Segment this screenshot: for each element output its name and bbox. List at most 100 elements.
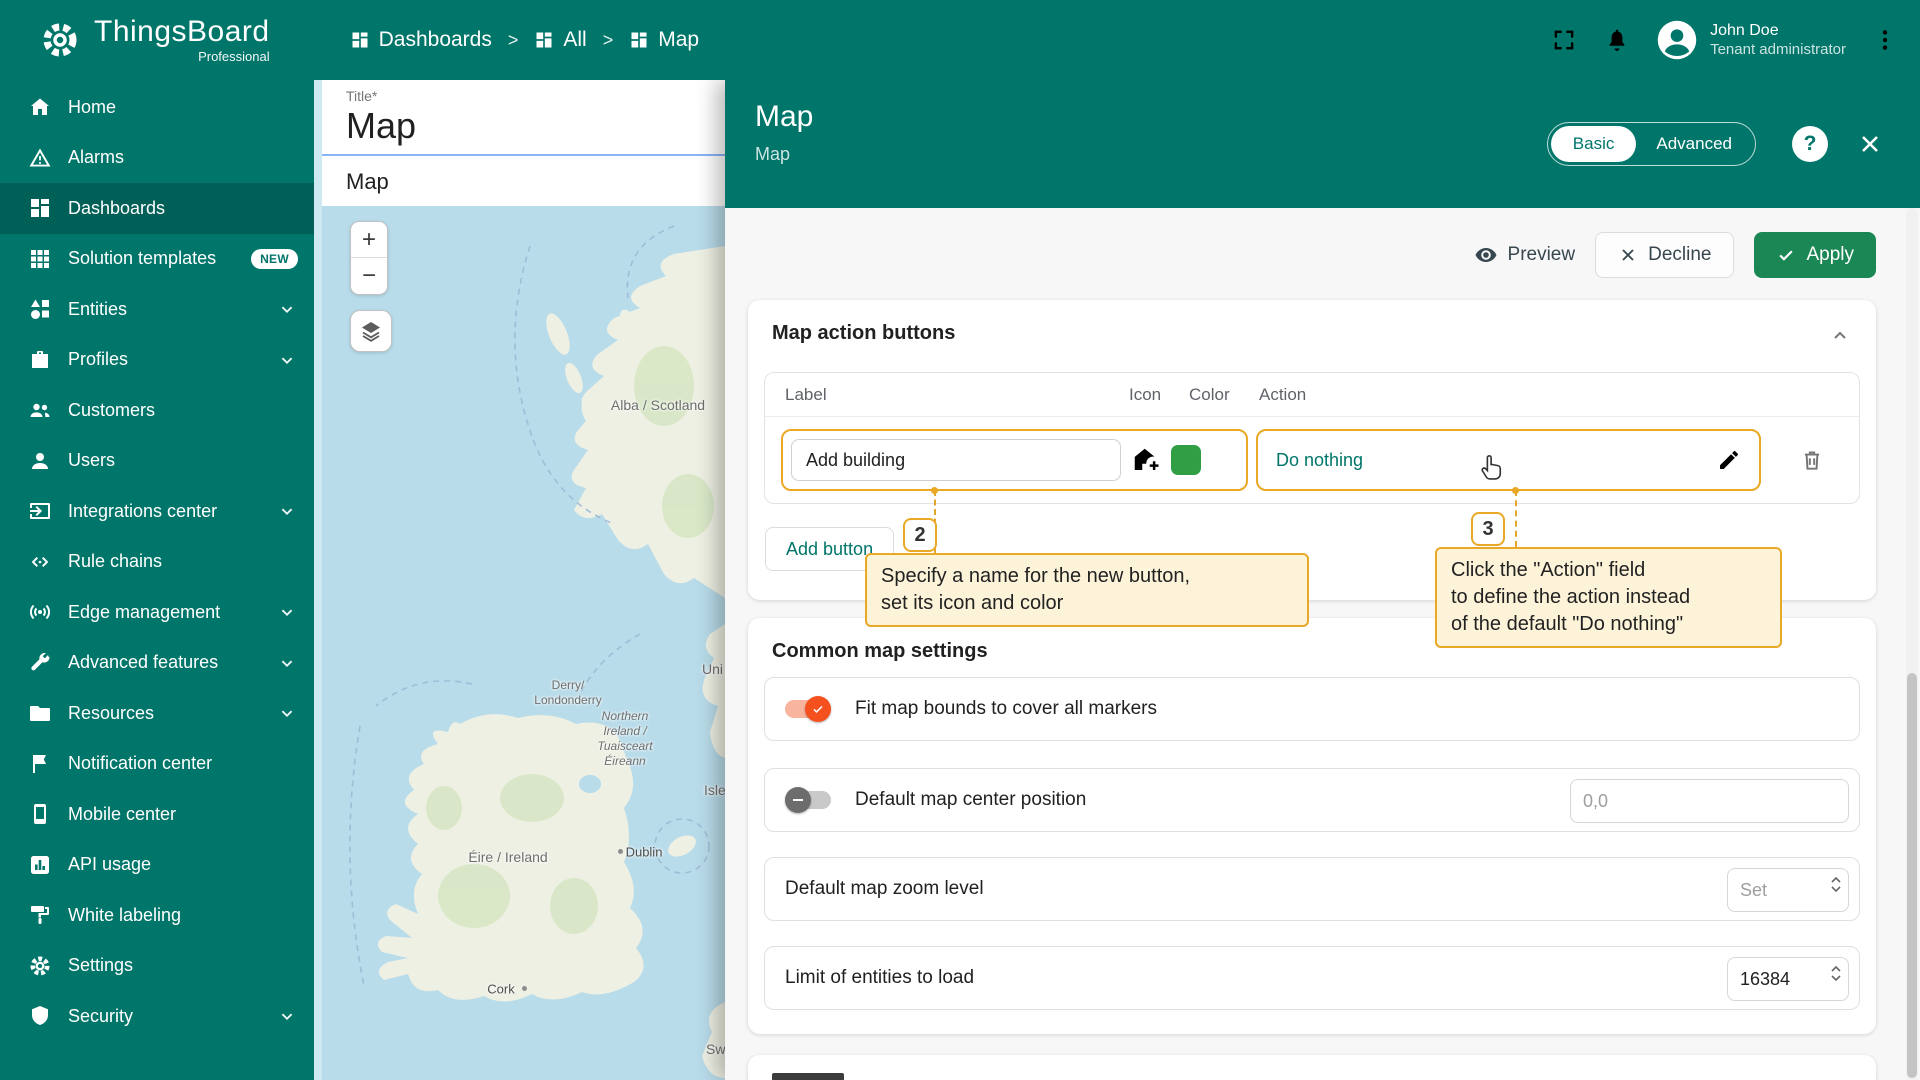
collapse-chevron-icon[interactable]	[1828, 324, 1852, 348]
drawer-title: Map	[755, 100, 813, 134]
zoom-in-button[interactable]: +	[351, 222, 387, 258]
dashboards-icon	[534, 30, 554, 50]
entity-limit-input[interactable]	[1728, 958, 1826, 1000]
sidebar-item-mobile-center[interactable]: Mobile center	[0, 789, 314, 840]
sidebar-item-rule-chains[interactable]: Rule chains	[0, 537, 314, 588]
sidebar-item-label: Settings	[68, 955, 133, 976]
sidebar-item-security[interactable]: Security	[0, 991, 314, 1042]
close-icon[interactable]	[1856, 130, 1884, 158]
thingsboard-logo[interactable]: ThingsBoard Professional	[38, 17, 270, 63]
breadcrumb-label: All	[563, 28, 586, 52]
add-button-label: Add button	[786, 539, 873, 560]
zoom-out-button[interactable]: −	[351, 258, 387, 294]
chevron-down-icon	[276, 652, 298, 674]
map-label-northern-ireland: Northern Ireland / Tuaisceart Éireann	[597, 709, 652, 769]
color-swatch[interactable]	[1171, 445, 1201, 475]
center-position-input[interactable]	[1571, 780, 1848, 822]
apply-button[interactable]: Apply	[1754, 232, 1876, 278]
number-stepper[interactable]	[1831, 877, 1841, 892]
sidebar-item-profiles[interactable]: Profiles	[0, 335, 314, 386]
setting-label: Default map zoom level	[785, 878, 984, 900]
basic-tab[interactable]: Basic	[1551, 126, 1637, 162]
breadcrumb-label: Dashboards	[379, 28, 492, 52]
map-zoom-control: + −	[350, 221, 388, 295]
sidebar-item-label: Users	[68, 450, 115, 471]
decline-button[interactable]: Decline	[1595, 232, 1734, 278]
notifications-bell-icon[interactable]	[1604, 27, 1630, 53]
sidebar-item-label: Advanced features	[68, 652, 218, 673]
breadcrumb: Dashboards > All > Map	[350, 28, 699, 52]
sidebar-item-settings[interactable]: Settings	[0, 941, 314, 992]
dashboard-canvas-strip	[314, 80, 322, 1080]
sidebar-item-alarms[interactable]: Alarms	[0, 133, 314, 184]
sidebar-item-api-usage[interactable]: API usage	[0, 840, 314, 891]
breadcrumb-label: Map	[658, 28, 699, 52]
advanced-tab[interactable]: Advanced	[1636, 126, 1752, 162]
sidebar-item-label: Mobile center	[68, 804, 176, 825]
sidebar-item-label: Customers	[68, 400, 155, 421]
edit-pencil-icon[interactable]	[1717, 448, 1741, 472]
breadcrumb-dashboards[interactable]: Dashboards	[350, 28, 492, 52]
map-layers-button[interactable]	[350, 310, 392, 352]
kebab-menu-icon[interactable]	[1872, 27, 1898, 53]
sidebar-item-label: Integrations center	[68, 501, 217, 522]
fullscreen-icon[interactable]	[1550, 26, 1578, 54]
sidebar-item-users[interactable]: Users	[0, 436, 314, 487]
action-field[interactable]: Do nothing	[1256, 429, 1761, 491]
dashboards-icon	[28, 196, 52, 220]
check-icon	[1776, 245, 1796, 265]
sidebar-item-integrations-center[interactable]: Integrations center	[0, 486, 314, 537]
stepper-down-icon	[1831, 886, 1841, 892]
setting-label: Limit of entities to load	[785, 967, 974, 989]
stepper-up-icon	[1831, 966, 1841, 972]
sidebar-item-advanced-features[interactable]: Advanced features	[0, 638, 314, 689]
map-canvas[interactable]: Alba / Scotland Derry/ Londonderry North…	[322, 206, 725, 1080]
zoom-level-row: Default map zoom level	[764, 857, 1860, 921]
help-button[interactable]: ?	[1792, 126, 1828, 162]
delete-trash-icon[interactable]	[1799, 447, 1825, 473]
sidebar-item-entities[interactable]: Entities	[0, 284, 314, 335]
sidebar-item-edge-management[interactable]: Edge management	[0, 587, 314, 638]
user-name: John Doe	[1710, 21, 1846, 41]
zoom-level-input[interactable]	[1728, 869, 1826, 911]
callout-2: Specify a name for the new button, set i…	[865, 553, 1309, 627]
basic-advanced-toggle: Basic Advanced	[1547, 122, 1756, 166]
sidebar-item-customers[interactable]: Customers	[0, 385, 314, 436]
solution-templates-icon	[28, 247, 52, 271]
breadcrumb-map[interactable]: Map	[629, 28, 699, 52]
fit-bounds-toggle[interactable]	[785, 696, 831, 722]
map-city-dot-cork	[522, 986, 527, 991]
default-center-toggle[interactable]	[785, 787, 831, 813]
button-label-input[interactable]	[791, 439, 1121, 481]
widget-settings-drawer: Map Map Basic Advanced ? Preview Decline…	[725, 80, 1920, 1080]
integrations-center-icon	[28, 499, 52, 523]
number-stepper[interactable]	[1831, 966, 1841, 981]
widget-title-field[interactable]: Title* Map	[322, 80, 725, 156]
preview-button[interactable]: Preview	[1474, 243, 1576, 267]
column-label: Label	[785, 385, 827, 405]
sidebar-item-label: Security	[68, 1006, 133, 1027]
dashboard-editor-panel: Title* Map Map	[314, 80, 725, 1080]
drawer-header: Map Map Basic Advanced ?	[725, 80, 1920, 208]
dashboards-icon	[350, 30, 370, 50]
x-icon	[1618, 245, 1638, 265]
sidebar-item-solution-templates[interactable]: Solution templates NEW	[0, 234, 314, 285]
scrollbar-thumb[interactable]	[1907, 673, 1917, 1078]
home-icon	[28, 95, 52, 119]
sidebar-item-notification-center[interactable]: Notification center	[0, 739, 314, 790]
sidebar-item-dashboards[interactable]: Dashboards	[0, 183, 314, 234]
add-home-icon[interactable]	[1131, 445, 1161, 475]
title-field-value[interactable]: Map	[346, 105, 725, 147]
zoom-level-field	[1727, 868, 1849, 912]
user-menu[interactable]: John Doe Tenant administrator	[1656, 19, 1846, 61]
sidebar-item-white-labeling[interactable]: White labeling	[0, 890, 314, 941]
column-action: Action	[1259, 385, 1306, 405]
edge-management-icon	[28, 600, 52, 624]
sidebar-item-home[interactable]: Home	[0, 82, 314, 133]
apply-label: Apply	[1806, 244, 1854, 266]
breadcrumb-all[interactable]: All	[534, 28, 586, 52]
sidebar-item-resources[interactable]: Resources	[0, 688, 314, 739]
callout-3: Click the "Action" field to define the a…	[1435, 547, 1782, 648]
sidebar: Home Alarms Dashboards Solution template…	[0, 80, 314, 1080]
drawer-scrollbar	[1906, 208, 1918, 1080]
